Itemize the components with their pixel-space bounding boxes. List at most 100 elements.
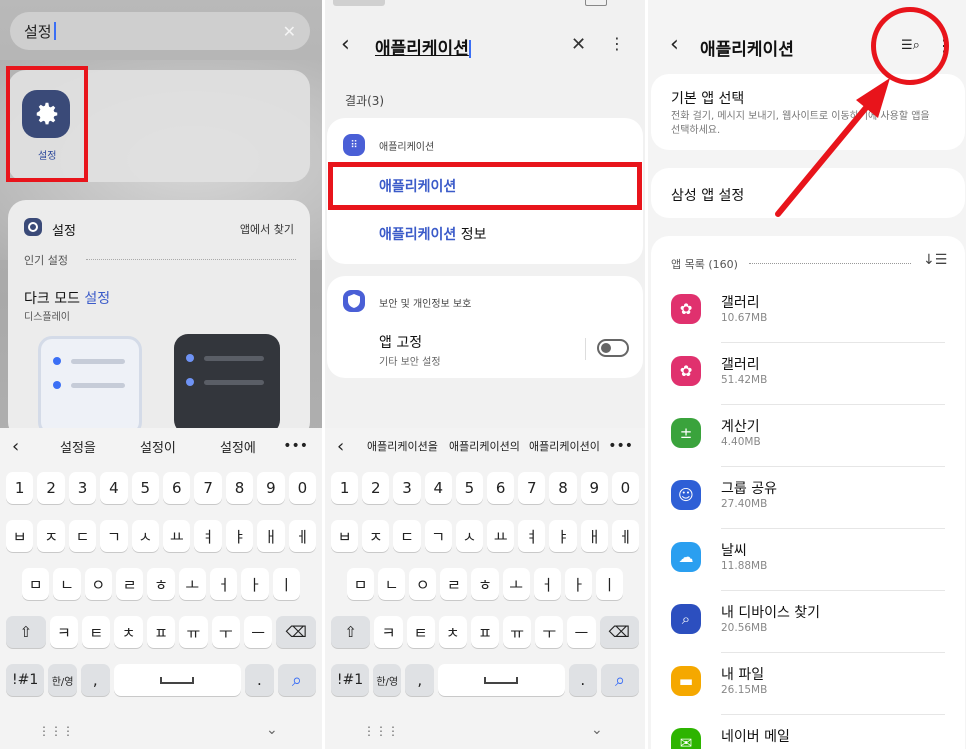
shift-icon[interactable]: ⇧: [6, 616, 46, 648]
app-list-item[interactable]: ▬ 내 파일 26.15MB: [651, 662, 965, 720]
key-6[interactable]: 6: [487, 472, 515, 504]
backspace-icon[interactable]: ⌫: [599, 616, 639, 648]
key-9[interactable]: 9: [580, 472, 608, 504]
key-h[interactable]: ㅎ: [471, 568, 499, 600]
key-eu[interactable]: ㅡ: [243, 616, 273, 648]
shift-icon[interactable]: ⇧: [331, 616, 371, 648]
key-eo[interactable]: ㅓ: [209, 568, 238, 600]
period-key[interactable]: .: [245, 664, 274, 696]
key-9[interactable]: 9: [257, 472, 285, 504]
keyboard-grid-icon[interactable]: ⋮⋮⋮: [38, 724, 74, 738]
key-ae[interactable]: ㅐ: [580, 520, 608, 552]
key-0[interactable]: 0: [611, 472, 640, 504]
key-u[interactable]: ㅜ: [211, 616, 240, 648]
key-yu[interactable]: ㅠ: [179, 616, 208, 648]
key-8[interactable]: 8: [225, 472, 254, 504]
key-b[interactable]: ㅂ: [6, 520, 34, 552]
close-icon[interactable]: ✕: [571, 34, 586, 55]
suggestion-2[interactable]: 설정이: [140, 437, 176, 456]
key-p[interactable]: ㅍ: [470, 616, 500, 648]
key-i[interactable]: ㅣ: [272, 568, 300, 600]
suggestion-1[interactable]: 애플리케이션을: [367, 438, 438, 454]
key-m[interactable]: ㅁ: [347, 568, 375, 600]
key-g[interactable]: ㄱ: [100, 520, 128, 552]
key-ya[interactable]: ㅑ: [225, 520, 254, 552]
key-o[interactable]: ㅗ: [178, 568, 206, 600]
suggestion-1[interactable]: 설정을: [60, 437, 96, 456]
app-list-item[interactable]: ✉ 네이버 메일: [651, 724, 965, 749]
key-5[interactable]: 5: [455, 472, 484, 504]
key-ng[interactable]: ㅇ: [84, 568, 112, 600]
backspace-icon[interactable]: ⌫: [276, 616, 317, 648]
key-4[interactable]: 4: [424, 472, 452, 504]
key-k[interactable]: ㅋ: [49, 616, 79, 648]
key-1[interactable]: 1: [331, 472, 359, 504]
key-7[interactable]: 7: [194, 472, 222, 504]
language-key[interactable]: 한/영: [48, 664, 77, 696]
comma-key[interactable]: ,: [405, 664, 434, 696]
keyboard-hide-icon[interactable]: ⌄: [591, 722, 603, 738]
key-ae[interactable]: ㅐ: [257, 520, 285, 552]
key-r[interactable]: ㄹ: [115, 568, 144, 600]
key-r[interactable]: ㄹ: [440, 568, 468, 600]
app-list-item[interactable]: ✿ 갤러리 10.67MB: [651, 290, 965, 348]
key-7[interactable]: 7: [518, 472, 546, 504]
space-key[interactable]: [437, 664, 565, 696]
light-mode-preview[interactable]: [38, 336, 142, 436]
key-p[interactable]: ㅍ: [146, 616, 176, 648]
comma-key[interactable]: ,: [80, 664, 110, 696]
search-icon[interactable]: ⌕: [277, 664, 316, 696]
key-ng[interactable]: ㅇ: [409, 568, 437, 600]
key-h[interactable]: ㅎ: [147, 568, 175, 600]
app-list-item[interactable]: ☺ 그룹 공유 27.40MB: [651, 476, 965, 534]
app-pin-title[interactable]: 앱 고정: [379, 332, 422, 352]
key-e[interactable]: ㅔ: [288, 520, 317, 552]
key-2[interactable]: 2: [37, 472, 65, 504]
chevron-left-icon[interactable]: ‹: [337, 436, 344, 457]
key-5[interactable]: 5: [131, 472, 160, 504]
key-t[interactable]: ㅌ: [82, 616, 111, 648]
app-list-item[interactable]: ✿ 갤러리 51.42MB: [651, 352, 965, 410]
key-b[interactable]: ㅂ: [331, 520, 359, 552]
key-n[interactable]: ㄴ: [53, 568, 81, 600]
key-g[interactable]: ㄱ: [424, 520, 452, 552]
key-6[interactable]: 6: [163, 472, 191, 504]
key-d[interactable]: ㄷ: [393, 520, 421, 552]
key-d[interactable]: ㄷ: [68, 520, 97, 552]
more-icon[interactable]: •••: [608, 438, 633, 454]
open-in-app-link[interactable]: 앱에서 찾기: [240, 221, 294, 237]
key-yeo[interactable]: ㅕ: [194, 520, 222, 552]
more-icon[interactable]: ⋮: [609, 34, 625, 53]
key-k[interactable]: ㅋ: [374, 616, 403, 648]
symbols-key[interactable]: !#1: [331, 664, 369, 696]
key-ya[interactable]: ㅑ: [549, 520, 577, 552]
keyboard-hide-icon[interactable]: ⌄: [266, 722, 278, 738]
key-3[interactable]: 3: [393, 472, 421, 504]
key-a[interactable]: ㅏ: [564, 568, 592, 600]
suggestion-2[interactable]: 애플리케이션의: [449, 438, 520, 454]
key-n[interactable]: ㄴ: [378, 568, 406, 600]
key-u[interactable]: ㅜ: [535, 616, 564, 648]
key-s[interactable]: ㅅ: [455, 520, 484, 552]
key-t[interactable]: ㅌ: [406, 616, 435, 648]
app-list-item[interactable]: ☁ 날씨 11.88MB: [651, 538, 965, 596]
space-key[interactable]: [113, 664, 242, 696]
key-eu[interactable]: ㅡ: [567, 616, 596, 648]
key-yeo[interactable]: ㅕ: [518, 520, 546, 552]
key-8[interactable]: 8: [549, 472, 577, 504]
key-3[interactable]: 3: [68, 472, 97, 504]
keyboard-grid-icon[interactable]: ⋮⋮⋮: [363, 724, 399, 738]
search-icon[interactable]: ⌕: [601, 664, 640, 696]
key-2[interactable]: 2: [362, 472, 390, 504]
key-j[interactable]: ㅈ: [362, 520, 390, 552]
key-eo[interactable]: ㅓ: [533, 568, 561, 600]
dark-mode-result[interactable]: 다크 모드 설정: [24, 288, 110, 308]
key-yu[interactable]: ㅠ: [503, 616, 532, 648]
key-s[interactable]: ㅅ: [131, 520, 160, 552]
app-pin-toggle[interactable]: [597, 339, 629, 357]
search-input[interactable]: 애플리케이션: [375, 34, 471, 59]
key-i[interactable]: ㅣ: [595, 568, 623, 600]
key-ch[interactable]: ㅊ: [114, 616, 143, 648]
dark-mode-preview[interactable]: [174, 334, 280, 434]
suggestion-3[interactable]: 애플리케이션이: [529, 438, 600, 454]
